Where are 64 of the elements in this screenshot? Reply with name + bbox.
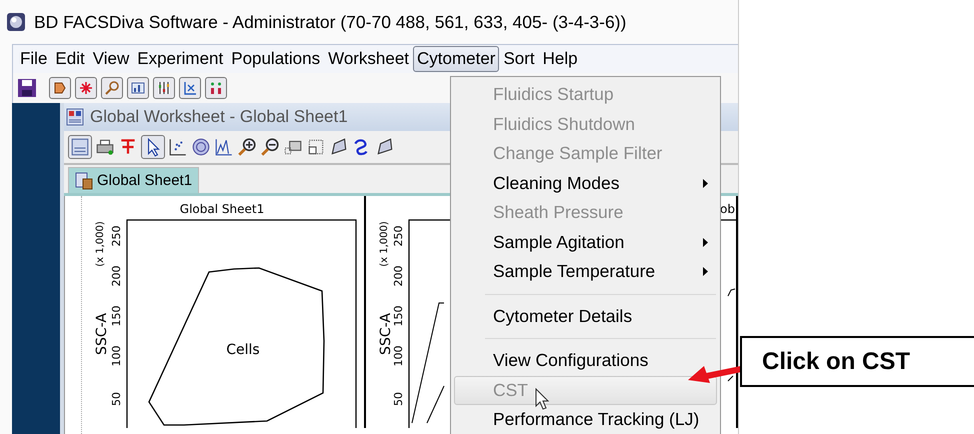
axis-icon — [182, 80, 198, 96]
menu-item[interactable]: View Configurations — [454, 346, 717, 376]
axis-label: SSC-A — [378, 313, 394, 355]
tick-label: 100 — [110, 346, 123, 366]
sliders-icon — [156, 80, 172, 96]
magnifier-icon — [104, 80, 120, 96]
tick-label: 150 — [392, 306, 405, 326]
zoom-in-icon[interactable] — [237, 137, 257, 157]
asterisk-icon — [78, 80, 94, 96]
toolbar-button[interactable] — [49, 77, 71, 99]
submenu-arrow-icon — [703, 267, 708, 276]
menu-bar-item[interactable]: Help — [538, 46, 582, 72]
worksheet-title: Global Worksheet - Global Sheet1 — [90, 107, 348, 127]
gate-label: Cells — [226, 342, 260, 358]
tick-label: 250 — [110, 226, 123, 246]
contour-icon[interactable] — [191, 137, 211, 157]
axis-scale: (x 1,000) — [95, 221, 106, 267]
plot-title: ob — [720, 202, 735, 216]
tubes-icon — [208, 80, 224, 96]
worksheet-icon — [66, 108, 84, 126]
toolbar-button[interactable] — [127, 77, 149, 99]
toolbar-button[interactable] — [205, 77, 227, 99]
app-logo-icon — [6, 12, 26, 32]
axis-label: SSC-A — [94, 313, 110, 355]
mouse-cursor-icon — [535, 388, 549, 410]
pointer-icon[interactable] — [141, 135, 165, 159]
plot-title: Global Sheet1 — [180, 202, 264, 216]
menu-bar-item[interactable]: Edit — [51, 46, 89, 72]
histogram-icon[interactable] — [214, 137, 234, 157]
window-title: BD FACSDiva Software - Administrator (70-70 488, 561, 633, 405- (3-4-3-6)) — [34, 12, 626, 32]
printer-icon[interactable] — [95, 137, 115, 157]
worksheet-icon[interactable] — [68, 135, 92, 159]
menu-bar-item[interactable]: Experiment — [133, 46, 228, 72]
menu-item[interactable]: Cleaning Modes — [454, 168, 717, 198]
submenu-arrow-icon — [703, 238, 708, 247]
menu-item[interactable]: Performance Tracking (LJ) — [454, 405, 717, 434]
toolbar-button[interactable] — [153, 77, 175, 99]
tick-label: 50 — [110, 392, 123, 406]
tick-label: 250 — [392, 226, 405, 246]
menu-bar-item[interactable]: Cytometer — [413, 46, 500, 72]
menu-item[interactable]: Sample Temperature — [454, 257, 717, 286]
save-icon[interactable] — [17, 78, 37, 98]
sheet-tab[interactable]: Global Sheet1 — [68, 167, 200, 193]
tick-label: 100 — [392, 346, 405, 366]
bar-chart-icon — [130, 80, 146, 96]
sheet-icon — [75, 172, 93, 190]
menu-item[interactable]: Sample Agitation — [454, 228, 717, 257]
callout: Click on CST — [740, 336, 974, 387]
menu-bar-item[interactable]: Sort — [499, 46, 539, 72]
shrink-icon[interactable] — [306, 137, 326, 157]
menu-item[interactable]: Cytometer Details — [454, 302, 717, 331]
toolbar-button[interactable] — [179, 77, 201, 99]
axis-scale: (x 1,000) — [379, 221, 390, 267]
tick-label: 200 — [110, 266, 123, 286]
menu-bar-item[interactable]: View — [88, 46, 134, 72]
menu-bar-item[interactable]: File — [16, 46, 52, 72]
menu-bar-item[interactable]: Populations — [227, 46, 324, 72]
menu-bar-item[interactable]: Worksheet — [324, 46, 414, 72]
tick-label: 50 — [392, 392, 405, 406]
zoom-out-icon[interactable] — [260, 137, 280, 157]
submenu-arrow-icon — [703, 178, 708, 188]
tick-label: 200 — [392, 266, 405, 286]
scatter-icon[interactable] — [168, 137, 188, 157]
tick-label: 150 — [110, 306, 123, 326]
